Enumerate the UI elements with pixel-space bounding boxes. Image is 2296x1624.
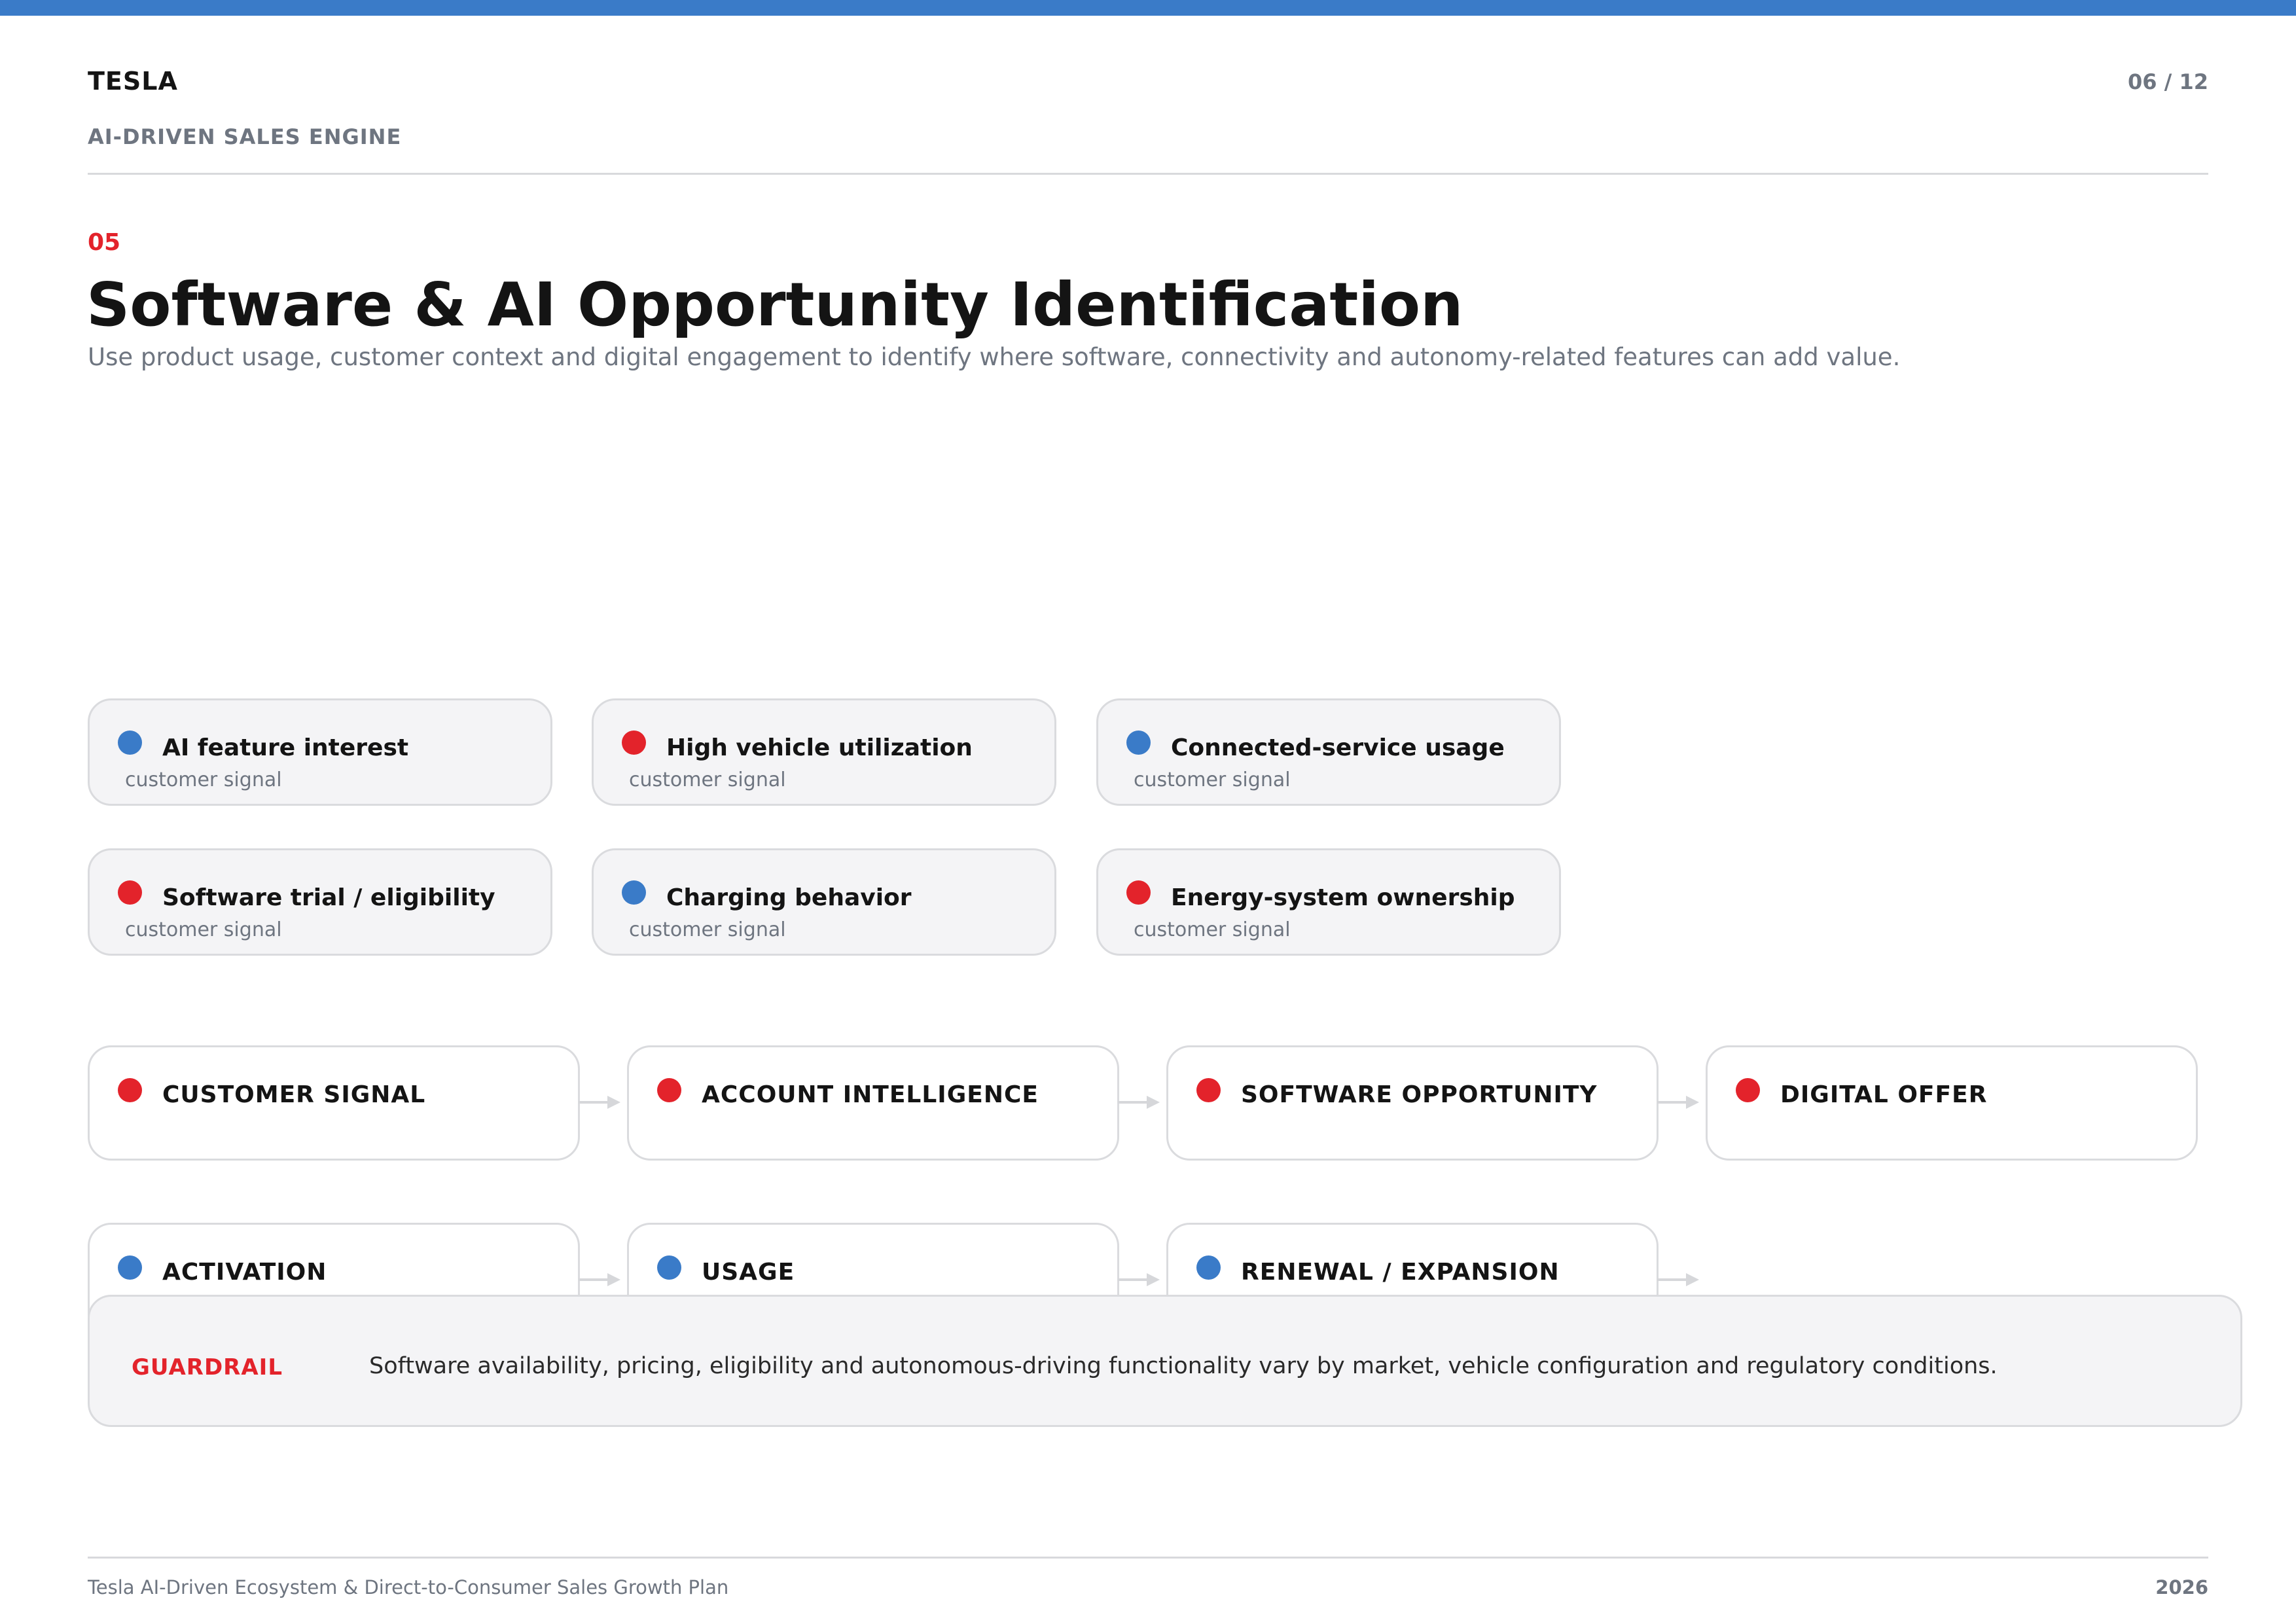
signal-card-charging-behavior: Charging behavior customer signal bbox=[592, 848, 1056, 956]
page-title: Software & AI Opportunity Identification bbox=[86, 270, 1463, 340]
footer-divider bbox=[88, 1557, 2208, 1559]
flow-arrow-icon bbox=[579, 1096, 620, 1109]
status-dot-blue bbox=[118, 731, 142, 755]
flow-arrow-icon bbox=[1657, 1096, 1699, 1109]
flow-step-label: ACCOUNT INTELLIGENCE bbox=[702, 1081, 1039, 1108]
flow-arrow-icon bbox=[1118, 1273, 1160, 1286]
signal-card-subtitle: customer signal bbox=[125, 768, 282, 791]
signal-card-title: Energy-system ownership bbox=[1171, 884, 1515, 911]
footer-document-title: Tesla AI-Driven Ecosystem & Direct-to-Co… bbox=[88, 1576, 729, 1598]
status-dot-blue bbox=[1196, 1255, 1221, 1280]
status-dot-red bbox=[118, 1078, 142, 1102]
signal-card-connected-service-usage: Connected-service usage customer signal bbox=[1096, 698, 1561, 806]
signal-card-high-vehicle-utilization: High vehicle utilization customer signal bbox=[592, 698, 1056, 806]
signal-card-subtitle: customer signal bbox=[629, 918, 786, 941]
signal-card-subtitle: customer signal bbox=[1134, 768, 1291, 791]
flow-step-label: RENEWAL / EXPANSION bbox=[1241, 1259, 1560, 1286]
flow-step-label: DIGITAL OFFER bbox=[1780, 1081, 1988, 1108]
guardrail-label: GUARDRAIL bbox=[132, 1354, 283, 1380]
signal-card-subtitle: customer signal bbox=[125, 918, 282, 941]
signal-card-subtitle: customer signal bbox=[629, 768, 786, 791]
status-dot-red bbox=[622, 731, 646, 755]
status-dot-red bbox=[118, 880, 142, 905]
signal-card-energy-system-ownership: Energy-system ownership customer signal bbox=[1096, 848, 1561, 956]
status-dot-blue bbox=[1126, 731, 1151, 755]
flow-arrow-icon bbox=[1657, 1273, 1699, 1286]
flow-step-customer-signal: CUSTOMER SIGNAL bbox=[88, 1045, 580, 1161]
flow-step-label: SOFTWARE OPPORTUNITY bbox=[1241, 1081, 1598, 1108]
flow-step-label: ACTIVATION bbox=[162, 1259, 327, 1286]
status-dot-red bbox=[657, 1078, 681, 1102]
signal-card-title: Connected-service usage bbox=[1171, 734, 1505, 761]
status-dot-red bbox=[1736, 1078, 1760, 1102]
top-accent-bar bbox=[0, 0, 2296, 16]
signal-card-software-trial-eligibility: Software trial / eligibility customer si… bbox=[88, 848, 552, 956]
signal-card-subtitle: customer signal bbox=[1134, 918, 1291, 941]
flow-step-label: CUSTOMER SIGNAL bbox=[162, 1081, 426, 1108]
signal-card-title: Software trial / eligibility bbox=[162, 884, 495, 911]
header-divider bbox=[88, 173, 2208, 175]
status-dot-blue bbox=[622, 880, 646, 905]
flow-step-account-intelligence: ACCOUNT INTELLIGENCE bbox=[627, 1045, 1119, 1161]
signal-card-title: Charging behavior bbox=[666, 884, 912, 911]
page-number: 06 / 12 bbox=[2127, 69, 2208, 94]
footer-year: 2026 bbox=[2155, 1576, 2208, 1598]
status-dot-blue bbox=[657, 1255, 681, 1280]
flow-arrow-icon bbox=[579, 1273, 620, 1286]
guardrail-text: Software availability, pricing, eligibil… bbox=[369, 1353, 1998, 1379]
signal-card-title: High vehicle utilization bbox=[666, 734, 973, 761]
slide-number: 05 bbox=[88, 229, 121, 256]
section-label: AI-DRIVEN SALES ENGINE bbox=[88, 124, 402, 149]
flow-step-digital-offer: DIGITAL OFFER bbox=[1706, 1045, 2198, 1161]
brand-name: TESLA bbox=[88, 67, 178, 96]
status-dot-red bbox=[1126, 880, 1151, 905]
page-subtitle: Use product usage, customer context and … bbox=[88, 343, 1901, 371]
signal-card-title: AI feature interest bbox=[162, 734, 409, 761]
flow-arrow-icon bbox=[1118, 1096, 1160, 1109]
status-dot-red bbox=[1196, 1078, 1221, 1102]
signal-card-ai-feature-interest: AI feature interest customer signal bbox=[88, 698, 552, 806]
guardrail-callout: GUARDRAIL Software availability, pricing… bbox=[88, 1295, 2242, 1427]
flow-step-label: USAGE bbox=[702, 1259, 795, 1286]
flow-step-software-opportunity: SOFTWARE OPPORTUNITY bbox=[1166, 1045, 1659, 1161]
status-dot-blue bbox=[118, 1255, 142, 1280]
